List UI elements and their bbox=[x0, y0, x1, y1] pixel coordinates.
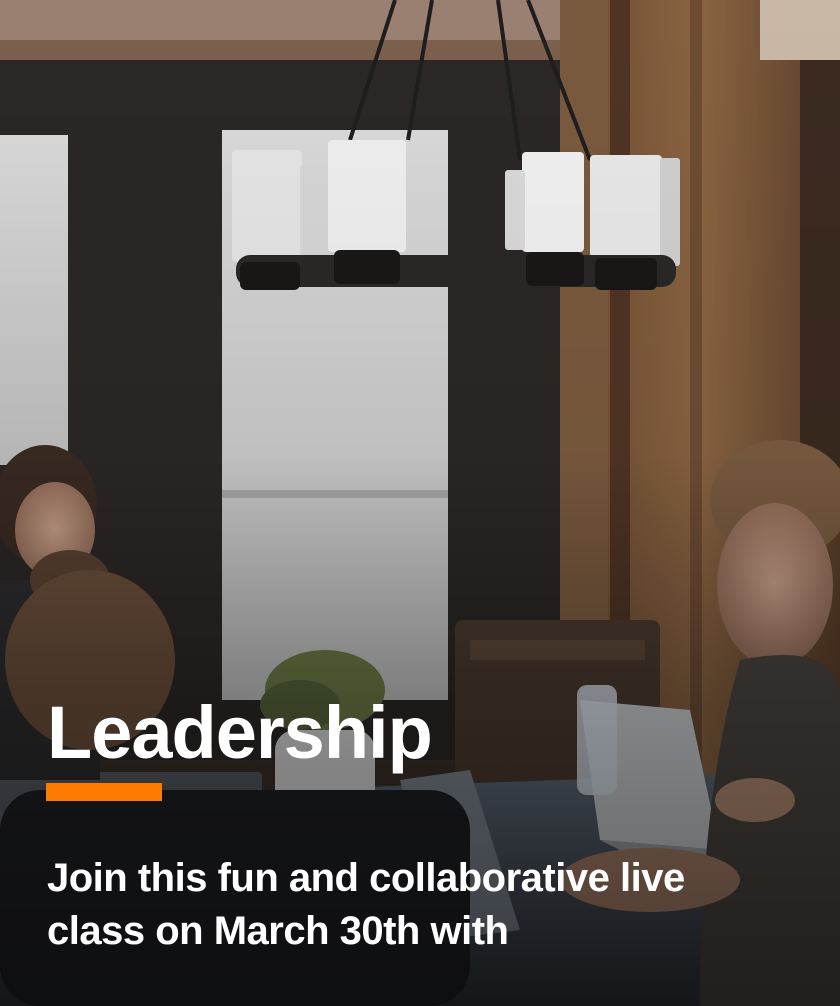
card-description: Join this fun and collaborative live cla… bbox=[47, 856, 685, 953]
course-card[interactable]: Leadership Join this fun and collaborati… bbox=[0, 0, 840, 1006]
card-title: Leadership bbox=[47, 691, 433, 774]
title-accent-bar bbox=[46, 783, 162, 801]
